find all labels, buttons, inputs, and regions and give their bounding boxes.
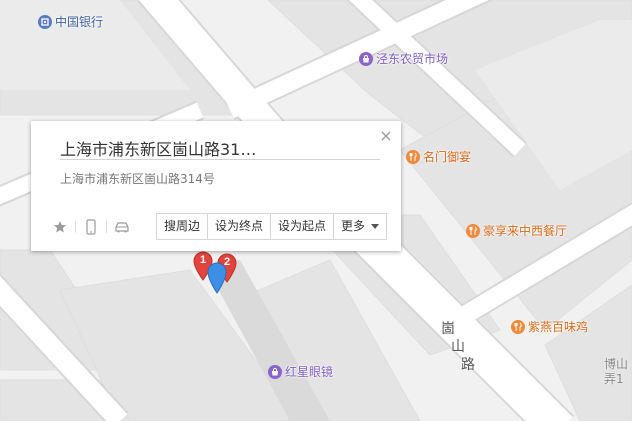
poi-bank-label: 中国银行 — [55, 15, 104, 29]
poi-restaurant-1[interactable]: 名门御宴 — [406, 148, 471, 165]
phone-icon[interactable] — [82, 218, 100, 236]
restaurant-icon — [406, 149, 420, 164]
more-label: 更多 — [341, 219, 366, 233]
edge-label-line: 弄1 — [604, 372, 624, 386]
info-title: 上海市浦东新区崮山路31… — [60, 140, 257, 159]
title-divider — [60, 159, 380, 160]
shopping-icon — [268, 364, 282, 379]
restaurant-icon — [511, 319, 525, 334]
info-address: 上海市浦东新区崮山路314号 — [60, 172, 215, 186]
action-buttons: 搜周边 设为终点 设为起点 更多 — [156, 213, 388, 240]
poi-restaurant-2-label: 豪享来中西餐厅 — [483, 224, 568, 238]
poi-restaurant-2[interactable]: 豪享来中西餐厅 — [466, 222, 567, 239]
set-origin-button[interactable]: 设为起点 — [271, 214, 335, 239]
tool-divider — [75, 221, 76, 233]
poi-restaurant-3-label: 紫燕百味鸡 — [528, 320, 589, 334]
search-nearby-button[interactable]: 搜周边 — [157, 214, 209, 239]
restaurant-icon — [466, 223, 480, 238]
set-destination-button[interactable]: 设为终点 — [208, 214, 272, 239]
star-icon[interactable] — [51, 218, 69, 236]
poi-glasses-label: 红星眼镜 — [285, 365, 334, 379]
close-icon[interactable] — [379, 128, 393, 142]
edge-street-label: 博山 弄1 — [604, 357, 628, 387]
street-label-char: 崮 — [441, 321, 455, 337]
poi-restaurant-3[interactable]: 紫燕百味鸡 — [511, 318, 588, 335]
street-label-char: 路 — [461, 357, 475, 373]
poi-restaurant-1-label: 名门御宴 — [423, 150, 472, 164]
poi-market-label: 泾东农贸市场 — [376, 52, 449, 66]
more-button[interactable]: 更多 — [334, 214, 386, 239]
info-tools — [51, 218, 131, 236]
poi-market[interactable]: 泾东农贸市场 — [359, 50, 448, 67]
tool-divider — [106, 221, 107, 233]
current-location-marker[interactable] — [207, 262, 227, 294]
poi-bank[interactable]: 中国银行 — [38, 13, 103, 30]
edge-label-line: 博山 — [604, 357, 629, 371]
shopping-icon — [359, 51, 373, 66]
map-canvas[interactable]: 中国银行 泾东农贸市场 名门御宴 豪享来中西餐厅 紫燕百味鸡 红星眼镜 崮 山 — [0, 0, 632, 421]
car-icon[interactable] — [113, 218, 131, 236]
info-window: 上海市浦东新区崮山路31… 上海市浦东新区崮山路314号 搜周边 设为终点 设为… — [31, 121, 401, 251]
street-label-char: 山 — [451, 339, 465, 355]
poi-glasses[interactable]: 红星眼镜 — [268, 363, 333, 380]
chevron-down-icon — [371, 224, 380, 229]
bank-icon — [38, 14, 52, 29]
